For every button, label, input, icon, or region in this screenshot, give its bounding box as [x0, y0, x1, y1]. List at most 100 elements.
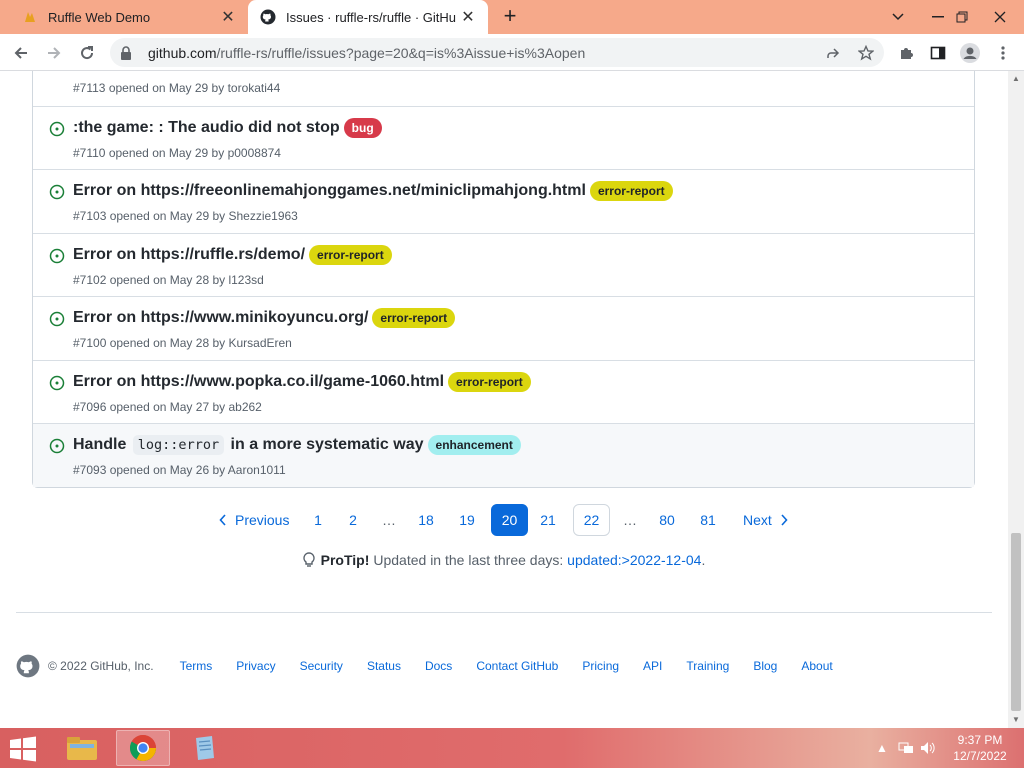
tab-github-issues[interactable]: Issues · ruffle-rs/ruffle · GitHub ✕	[248, 0, 488, 34]
browser-toolbar: github.com/ruffle-rs/ruffle/issues?page=…	[0, 34, 1024, 71]
reload-icon[interactable]	[74, 40, 100, 66]
bookmark-star-icon[interactable]	[853, 40, 879, 66]
page-link[interactable]: 80	[651, 504, 683, 536]
issue-title-link[interactable]: Error on https://www.minikoyuncu.org/	[73, 309, 368, 327]
tray-expand-icon[interactable]: ▲	[876, 728, 888, 768]
close-tab-icon[interactable]: ✕	[216, 7, 240, 27]
issues-list: #7113 opened on May 29 by torokati44 :th…	[32, 71, 975, 488]
issue-meta-text: #7100 opened on May 28 by	[73, 336, 229, 350]
footer-divider	[16, 612, 992, 613]
clock-time: 9:37 PM	[957, 733, 1003, 747]
issue-author-link[interactable]: l123sd	[228, 273, 263, 287]
lock-icon[interactable]	[120, 45, 136, 60]
footer-link-training[interactable]: Training	[686, 659, 729, 673]
footer-link-about[interactable]: About	[801, 659, 832, 673]
previous-page-link[interactable]: Previous	[212, 504, 296, 536]
next-page-link[interactable]: Next	[736, 504, 795, 536]
chevron-right-icon	[780, 514, 788, 526]
issue-title-link[interactable]: Error on https://www.popka.co.il/game-10…	[73, 373, 444, 391]
issue-label[interactable]: error-report	[589, 181, 673, 201]
scrollbar-thumb[interactable]	[1011, 533, 1021, 711]
issue-author-link[interactable]: ab262	[228, 400, 261, 414]
page-link[interactable]: 2	[337, 504, 369, 536]
scroll-up-arrow-icon[interactable]: ▲	[1012, 74, 1020, 83]
tab-title: Issues · ruffle-rs/ruffle · GitHub	[286, 9, 456, 25]
footer-link-security[interactable]: Security	[300, 659, 343, 673]
chrome-taskbar-icon[interactable]	[116, 730, 170, 766]
issue-author-link[interactable]: Shezzie1963	[228, 209, 297, 223]
footer-link-contact[interactable]: Contact GitHub	[476, 659, 558, 673]
url-path: /ruffle-rs/ruffle/issues?page=20&q=is%3A…	[216, 44, 586, 61]
issue-meta: #7093 opened on May 26 by Aaron1011	[73, 463, 286, 477]
footer-link-privacy[interactable]: Privacy	[236, 659, 275, 673]
tab-ruffle-demo[interactable]: Ruffle Web Demo ✕	[8, 0, 248, 34]
page-current[interactable]: 20	[491, 504, 528, 536]
issue-label[interactable]: error-report	[448, 371, 531, 392]
footer-link-status[interactable]: Status	[367, 659, 401, 673]
issue-title-link[interactable]: Error on https://ruffle.rs/demo/	[73, 246, 305, 264]
footer-link-api[interactable]: API	[643, 659, 662, 673]
issue-meta-text: #7110 opened on May 29 by	[73, 145, 228, 160]
footer-link-docs[interactable]: Docs	[425, 659, 452, 673]
page-scrollbar[interactable]: ▲ ▼	[1008, 71, 1024, 728]
issue-opened-icon	[49, 248, 65, 264]
page-link[interactable]: 21	[532, 504, 564, 536]
close-tab-icon[interactable]: ✕	[456, 7, 480, 27]
tab-strip: Ruffle Web Demo ✕ Issues · ruffle-rs/ruf…	[0, 0, 1024, 34]
issue-label[interactable]: error-report	[372, 308, 456, 328]
issue-title-link[interactable]: Error on https://freeonlinemahjonggames.…	[73, 182, 586, 200]
tab-search-chevron-icon[interactable]	[878, 0, 918, 34]
issue-meta: #7103 opened on May 29 by Shezzie1963	[73, 209, 298, 223]
footer-link-blog[interactable]: Blog	[753, 659, 777, 673]
issue-row[interactable]: Error on https://freeonlinemahjonggames.…	[33, 169, 974, 233]
page-link[interactable]: 81	[692, 504, 724, 536]
issue-meta-text: #7093 opened on May 26 by	[73, 463, 228, 477]
issue-label[interactable]: error-report	[309, 244, 392, 265]
forward-arrow-icon[interactable]	[41, 40, 67, 66]
address-bar[interactable]: github.com/ruffle-rs/ruffle/issues?page=…	[110, 38, 884, 67]
page-link[interactable]: 19	[451, 504, 483, 536]
issue-row[interactable]: Error on https://www.minikoyuncu.org/ er…	[33, 296, 974, 360]
issue-row[interactable]: :the game: : The audio did not stop bug …	[33, 105, 974, 170]
new-tab-button[interactable]: +	[498, 5, 522, 29]
extensions-puzzle-icon[interactable]	[893, 40, 919, 66]
page-link[interactable]: 18	[410, 504, 442, 536]
issue-row[interactable]: Error on https://www.popka.co.il/game-10…	[33, 359, 974, 424]
taskbar-clock[interactable]: 9:37 PM 12/7/2022	[940, 732, 1020, 764]
issue-row[interactable]: Handle log::error in a more systematic w…	[33, 423, 974, 487]
issue-author-link[interactable]: p0008874	[228, 146, 281, 160]
kebab-menu-icon[interactable]	[990, 40, 1016, 66]
windows-start-icon[interactable]	[8, 736, 38, 762]
issue-meta: #7096 opened on May 27 by ab262	[73, 400, 262, 414]
file-explorer-taskbar-icon[interactable]	[55, 730, 109, 766]
back-arrow-icon[interactable]	[8, 40, 34, 66]
page-link[interactable]: 22	[573, 504, 610, 536]
volume-icon[interactable]	[920, 728, 936, 768]
github-mark-icon[interactable]	[16, 654, 40, 678]
issue-author-link[interactable]: Aaron1011	[228, 463, 286, 477]
side-panel-icon[interactable]	[925, 40, 951, 66]
url-host: github.com	[148, 44, 217, 61]
notepad-taskbar-icon[interactable]	[177, 730, 231, 766]
close-window-icon[interactable]	[980, 0, 1020, 34]
issue-author-link[interactable]: KursadEren	[228, 336, 291, 350]
page-link[interactable]: 1	[302, 504, 334, 536]
windows-taskbar: ▲ 9:37 PM 12/7/2022	[0, 728, 1024, 768]
footer-link-terms[interactable]: Terms	[180, 659, 213, 673]
share-icon[interactable]	[820, 40, 846, 66]
protip-query-link[interactable]: updated:>2022-12-04	[567, 552, 701, 568]
issue-label[interactable]: enhancement	[427, 435, 521, 455]
profile-avatar-icon[interactable]	[957, 40, 983, 66]
scroll-down-arrow-icon[interactable]: ▼	[1012, 715, 1020, 724]
issue-title-link[interactable]: :the game: : The audio did not stop	[73, 119, 340, 137]
network-icon[interactable]	[898, 728, 914, 768]
restore-icon[interactable]	[942, 0, 982, 34]
issue-meta-text: #7102 opened on May 28 by	[73, 272, 229, 287]
issue-label[interactable]: bug	[343, 117, 382, 138]
issue-row[interactable]: #7113 opened on May 29 by torokati44	[33, 71, 974, 106]
footer-link-pricing[interactable]: Pricing	[582, 659, 619, 673]
issue-row[interactable]: Error on https://ruffle.rs/demo/ error-r…	[33, 232, 974, 297]
issue-title-link[interactable]: Handle log::error in a more systematic w…	[73, 435, 424, 455]
protip-suffix: .	[701, 552, 706, 568]
issue-author-link[interactable]: torokati44	[228, 81, 281, 95]
